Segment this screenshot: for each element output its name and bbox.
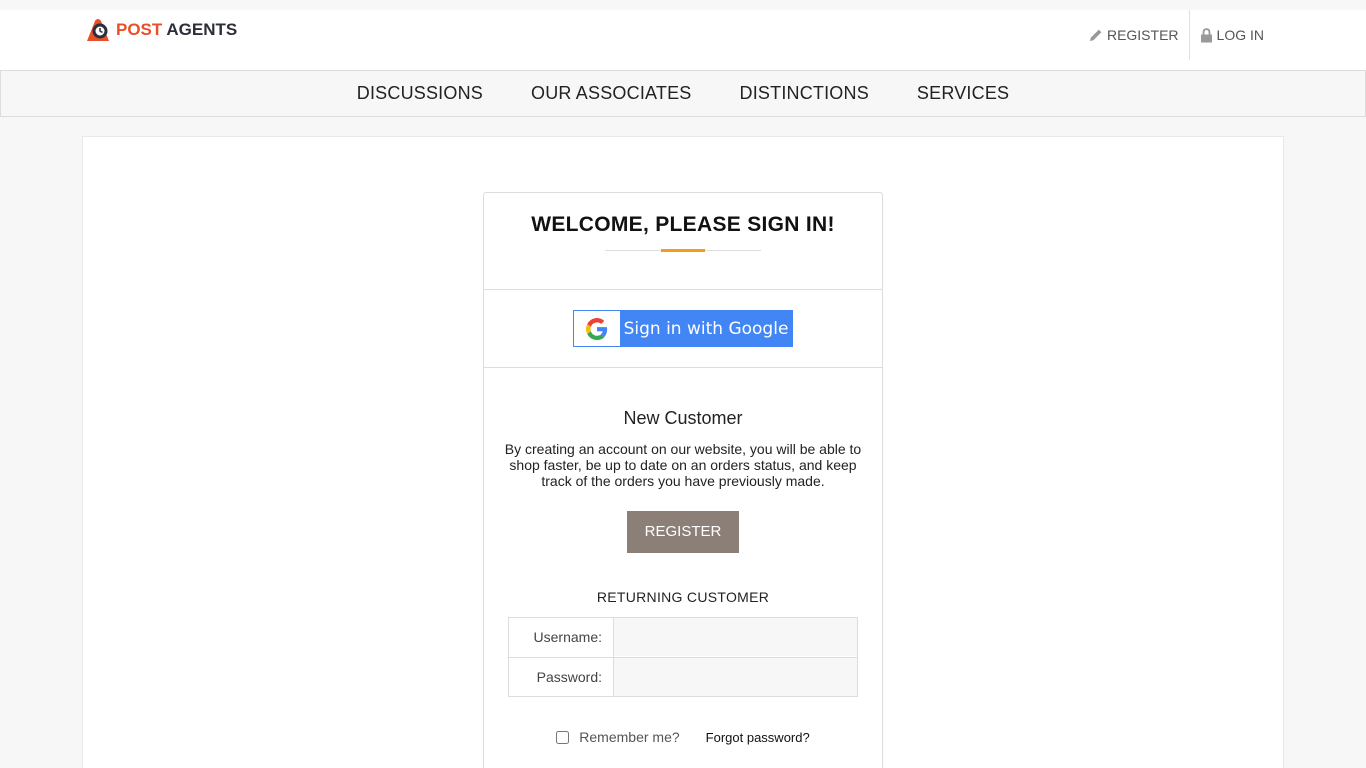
login-form: Username: Password: [508,617,858,697]
post-agents-logo-icon [87,19,109,41]
title-divider-accent [661,249,705,252]
remember-me-checkbox[interactable] [556,730,570,744]
new-customer-heading: New Customer [623,408,743,428]
nav-item-our-associates[interactable]: OUR ASSOCIATES [531,83,692,104]
logo-text: POST AGENTS [116,20,237,40]
lock-icon [1200,27,1212,42]
returning-customer-heading: RETURNING CUSTOMER [596,589,770,605]
password-row: Password: [509,657,857,696]
google-g-icon [574,311,620,346]
nav-item-discussions[interactable]: DISCUSSIONS [357,83,483,104]
new-customer-section: New Customer By creating an account on o… [484,368,882,553]
site-logo[interactable]: POST AGENTS [84,17,237,43]
header-register-link[interactable]: REGISTER [1079,10,1190,60]
forgot-password-link[interactable]: Forgot password? [706,730,810,745]
logo-text-post: POST [116,20,163,39]
google-signin-button[interactable]: Sign in with Google [573,310,793,347]
password-label: Password: [509,658,614,696]
google-signin-section: Sign in with Google [484,290,882,368]
nav-item-distinctions[interactable]: DISTINCTIONS [740,83,869,104]
username-label: Username: [509,618,614,657]
username-row: Username: [509,618,857,657]
new-customer-text: By creating an account on our website, y… [504,441,862,489]
site-header: POST AGENTS REGISTER LOG IN [0,10,1366,70]
register-button[interactable]: REGISTER [627,511,739,553]
nav-item-services[interactable]: SERVICES [917,83,1009,104]
logo-text-agents: AGENTS [166,20,238,39]
main-nav: DISCUSSIONS OUR ASSOCIATES DISTINCTIONS … [0,70,1366,117]
page-title: WELCOME, PLEASE SIGN IN! [531,213,835,236]
header-login-label: LOG IN [1216,27,1264,43]
remember-me-label[interactable]: Remember me? [579,729,679,745]
username-input[interactable] [614,618,857,656]
remember-row: Remember me? Forgot password? [484,729,882,745]
top-strip [0,0,1366,10]
login-card-header: WELCOME, PLEASE SIGN IN! [484,193,882,290]
header-links: REGISTER LOG IN [1079,10,1274,60]
title-divider [605,249,761,252]
header-register-label: REGISTER [1106,27,1179,43]
header-login-link[interactable]: LOG IN [1190,10,1274,60]
password-input[interactable] [614,658,857,696]
pencil-icon [1089,29,1102,41]
google-signin-label: Sign in with Google [623,318,789,339]
login-card: WELCOME, PLEASE SIGN IN! Sign in with Go… [483,192,883,768]
